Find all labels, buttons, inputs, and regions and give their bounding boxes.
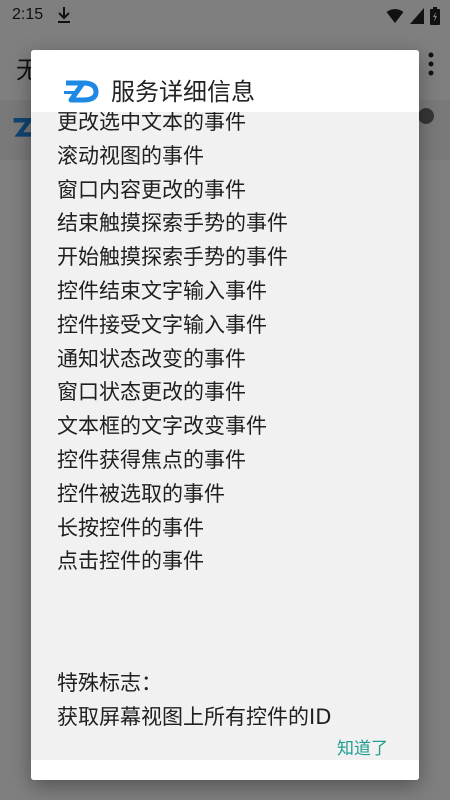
event-item: 窗口内容更改的事件 — [57, 177, 246, 202]
service-details-dialog: 服务详细信息 更改选中文本的事件 滚动视图的事件 窗口内容更改的事件 结束触摸探… — [31, 50, 419, 780]
event-item: 长按控件的事件 — [57, 515, 204, 540]
event-item: 文本框的文字改变事件 — [57, 414, 267, 439]
dialog-title: 服务详细信息 — [111, 78, 255, 106]
event-item: 窗口状态更改的事件 — [57, 380, 246, 405]
dialog-content: 更改选中文本的事件 滚动视图的事件 窗口内容更改的事件 结束触摸探索手势的事件 … — [31, 112, 419, 760]
special-flags-value: 获取屏幕视图上所有控件的ID — [57, 705, 332, 729]
app-logo-icon — [64, 80, 99, 103]
dialog-header: 服务详细信息 — [31, 50, 419, 112]
event-item: 控件接受文字输入事件 — [57, 312, 267, 337]
event-item: 更改选中文本的事件 — [57, 112, 246, 134]
event-list: 更改选中文本的事件 滚动视图的事件 窗口内容更改的事件 结束触摸探索手势的事件 … — [57, 112, 288, 579]
event-item: 通知状态改变的事件 — [57, 346, 246, 371]
event-item: 控件被选取的事件 — [57, 481, 225, 506]
event-item: 点击控件的事件 — [57, 549, 204, 574]
ok-button[interactable]: 知道了 — [335, 730, 390, 763]
event-item: 控件获得焦点的事件 — [57, 447, 246, 472]
dialog-footer — [31, 760, 419, 780]
event-item: 滚动视图的事件 — [57, 143, 204, 168]
event-item: 控件结束文字输入事件 — [57, 278, 267, 303]
event-item: 结束触摸探索手势的事件 — [57, 211, 288, 236]
special-flags-label: 特殊标志： — [57, 671, 162, 695]
event-item: 开始触摸探索手势的事件 — [57, 245, 288, 270]
